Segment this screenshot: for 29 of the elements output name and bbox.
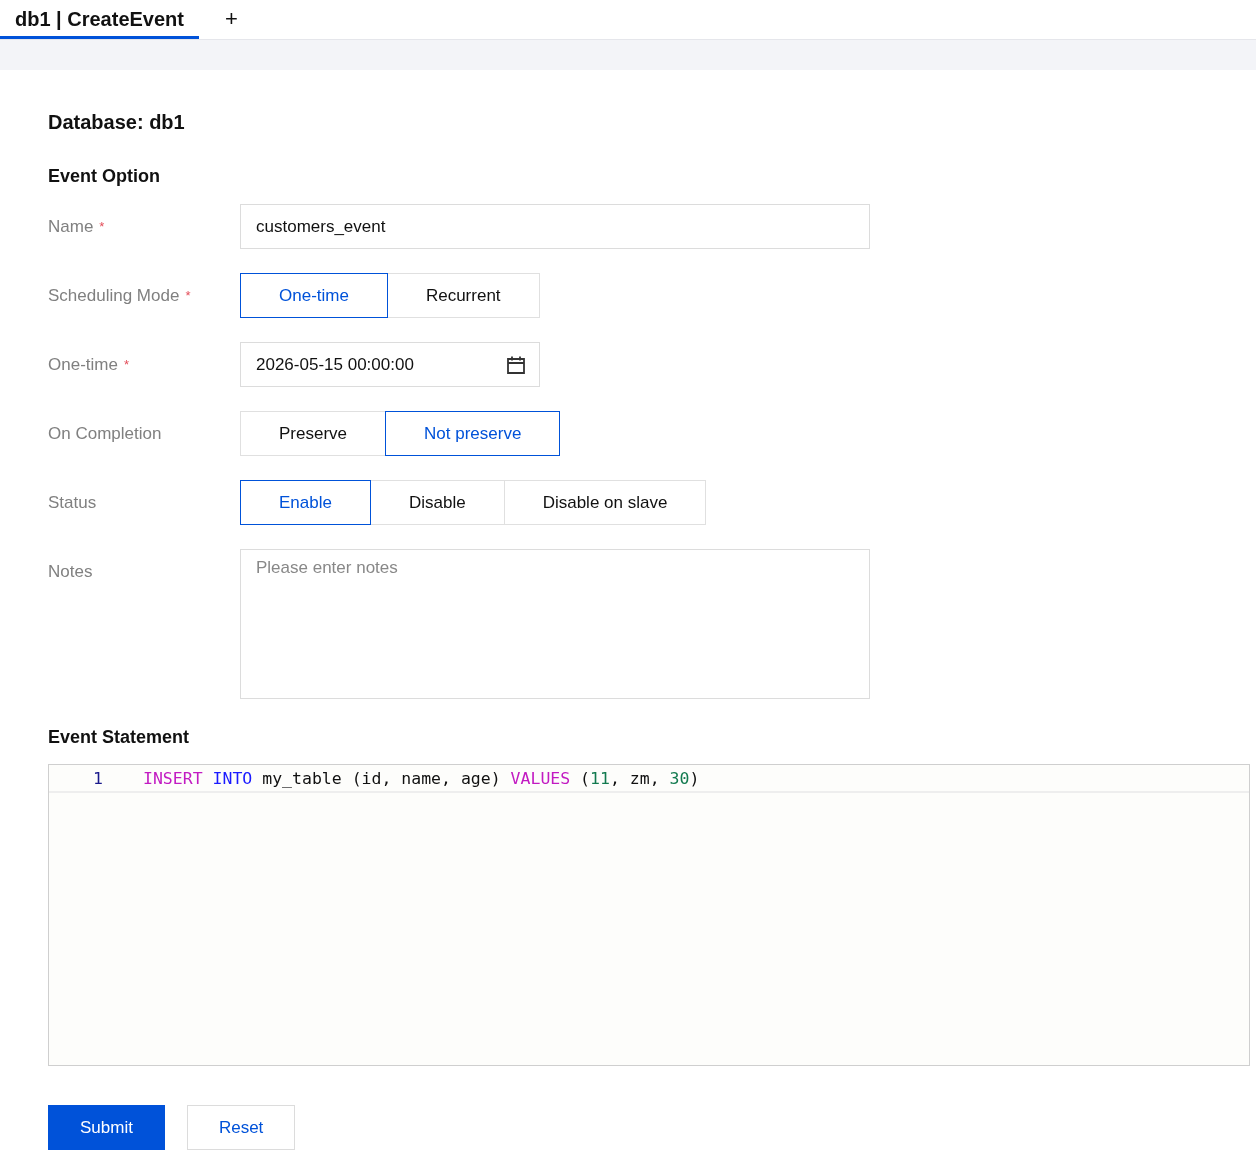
option-button[interactable]: Recurrent bbox=[386, 273, 540, 318]
field-label: Scheduling Mode bbox=[48, 285, 180, 306]
name-input-field[interactable]: customers_event bbox=[240, 204, 870, 249]
required-mark: * bbox=[123, 357, 129, 372]
required-mark: * bbox=[99, 219, 105, 234]
option-button[interactable]: Preserve bbox=[240, 411, 387, 456]
notes-field[interactable]: Please enter notes bbox=[240, 549, 870, 699]
field-label: Name bbox=[48, 216, 94, 237]
code-line: INSERT INTO my_table (id, name, age) VALUES (11, zm, 30) bbox=[143, 768, 700, 788]
calendar-icon bbox=[506, 354, 526, 375]
option-button[interactable]: Disable bbox=[369, 480, 505, 525]
line-number: 1 bbox=[92, 768, 104, 788]
new-tab-button[interactable]: + bbox=[215, 0, 248, 37]
option-button[interactable]: Enable bbox=[240, 480, 371, 525]
field-label: One-time bbox=[48, 354, 118, 375]
section-heading: Event Statement bbox=[48, 727, 191, 749]
field-label: Notes bbox=[48, 561, 93, 582]
option-button[interactable]: One-time bbox=[240, 273, 388, 318]
reset-button[interactable]: Reset bbox=[186, 1105, 296, 1150]
section-heading: Event Option bbox=[48, 166, 161, 188]
code-editor[interactable]: 1 INSERT INTO my_table (id, name, age) VALUES (11, zm, 30) bbox=[48, 764, 1250, 1066]
field-label: On Completion bbox=[48, 423, 162, 444]
date-picker-field[interactable]: 2026-05-15 00:00:00 bbox=[240, 342, 540, 387]
database-heading: Database: db1 bbox=[48, 111, 186, 135]
submit-button[interactable]: Submit bbox=[48, 1105, 165, 1150]
field-label: Status bbox=[48, 492, 97, 513]
required-mark: * bbox=[185, 288, 191, 303]
option-button[interactable]: Disable on slave bbox=[503, 480, 707, 525]
option-button[interactable]: Not preserve bbox=[385, 411, 561, 456]
